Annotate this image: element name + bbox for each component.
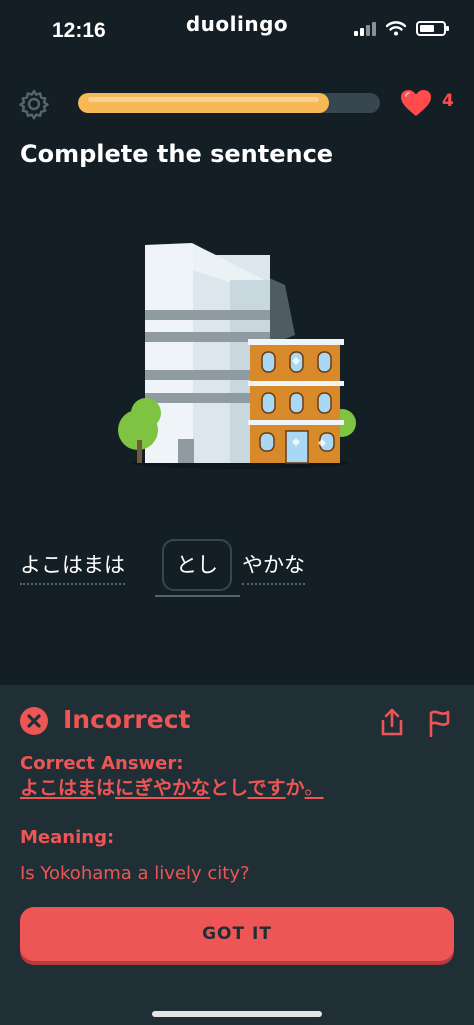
gear-icon[interactable] bbox=[18, 88, 50, 120]
meaning-text: Is Yokohama a lively city? bbox=[20, 863, 250, 884]
incorrect-x-icon bbox=[20, 707, 48, 735]
home-indicator bbox=[152, 1011, 322, 1017]
status-bar: 12:16 duolingo bbox=[0, 0, 474, 60]
sentence-row: よこはまは とし やかな bbox=[20, 537, 460, 599]
meaning-label: Meaning: bbox=[20, 827, 115, 848]
feedback-title: Incorrect bbox=[63, 705, 191, 734]
city-buildings-illustration bbox=[118, 243, 356, 469]
answer-particle: か bbox=[285, 777, 305, 799]
answer-word[interactable]: よこはま bbox=[20, 777, 96, 799]
lesson-progress-bar bbox=[78, 93, 380, 113]
feedback-panel: Incorrect Correct Answer: よこはまはにぎやかなとしです… bbox=[0, 685, 474, 1025]
answer-punctuation: 。 bbox=[304, 777, 324, 799]
report-flag-icon[interactable] bbox=[428, 707, 454, 737]
answer-word[interactable]: です bbox=[247, 777, 285, 799]
heart-icon bbox=[401, 90, 431, 116]
sentence-word-after[interactable]: やかな bbox=[242, 549, 305, 585]
sentence-word-before[interactable]: よこはまは bbox=[20, 549, 125, 585]
correct-answer-text: よこはまはにぎやかなとしですか。 bbox=[20, 773, 324, 800]
battery-icon bbox=[416, 20, 449, 36]
hearts-count: 4 bbox=[442, 91, 454, 111]
signal-icon bbox=[354, 20, 376, 36]
answer-blank bbox=[155, 595, 240, 597]
feedback-header: Incorrect bbox=[20, 705, 460, 741]
answer-chip[interactable]: とし bbox=[162, 539, 232, 591]
wifi-icon bbox=[386, 21, 406, 36]
got-it-button[interactable]: GOT IT bbox=[20, 907, 454, 961]
system-icons bbox=[354, 20, 449, 36]
answer-word: とし bbox=[210, 777, 248, 799]
share-icon[interactable] bbox=[378, 707, 406, 737]
lesson-header: 4 bbox=[0, 85, 474, 121]
progress-fill bbox=[78, 93, 329, 113]
answer-particle: は bbox=[96, 777, 116, 799]
exercise-prompt: Complete the sentence bbox=[20, 140, 334, 168]
correct-answer-label: Correct Answer: bbox=[20, 753, 184, 774]
answer-word[interactable]: にぎやかな bbox=[115, 777, 210, 799]
